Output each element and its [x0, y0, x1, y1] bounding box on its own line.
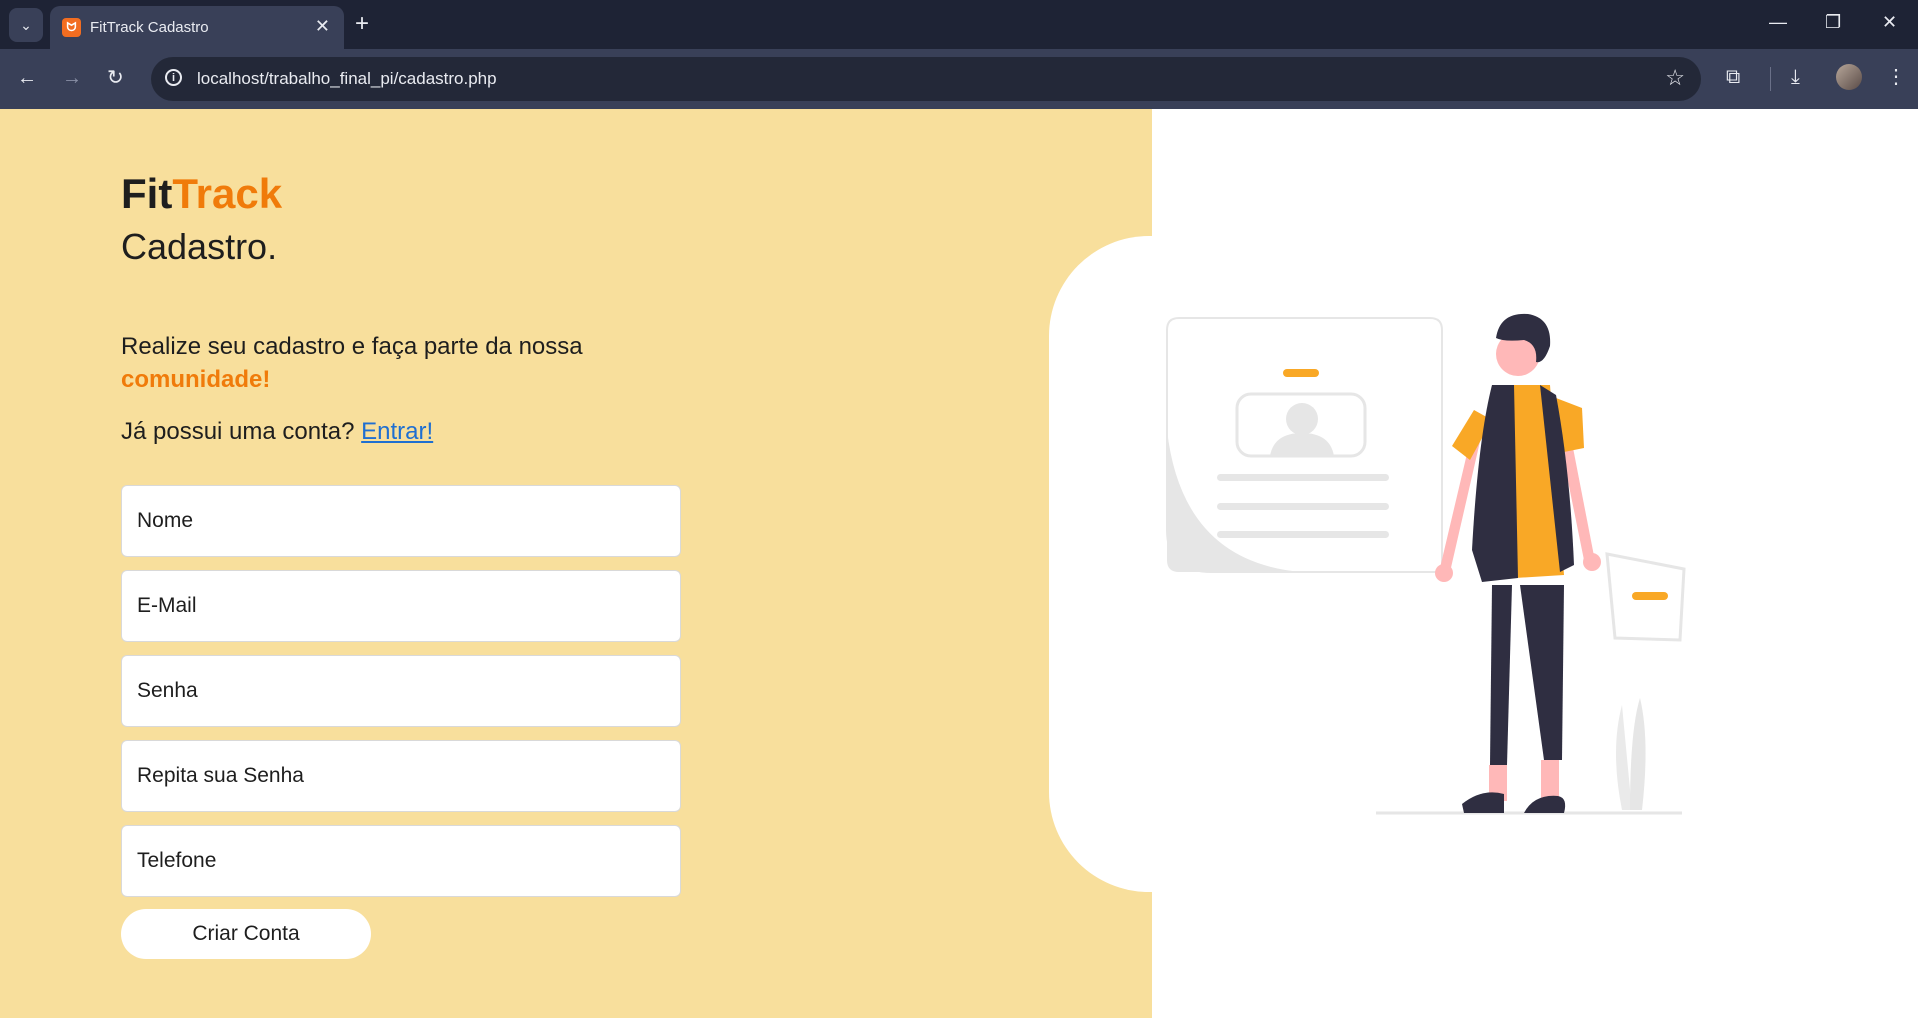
email-field[interactable] — [121, 570, 681, 642]
phone-field[interactable] — [121, 825, 681, 897]
description-highlight: comunidade! — [121, 366, 271, 393]
brand-logo: FitTrack — [121, 170, 282, 218]
plant-graphic — [1616, 698, 1646, 810]
brand-part-track: Track — [172, 170, 283, 217]
signup-illustration — [1166, 313, 1686, 815]
forward-icon[interactable]: → — [62, 67, 82, 89]
address-bar[interactable]: i localhost/trabalho_final_pi/cadastro.p… — [151, 57, 1701, 101]
bookmark-star-icon[interactable]: ☆ — [1665, 66, 1685, 90]
shopping-bag-graphic — [1605, 552, 1686, 642]
name-field[interactable] — [121, 485, 681, 557]
id-card-graphic — [1166, 317, 1443, 573]
site-info-icon[interactable]: i — [165, 69, 182, 86]
xampp-favicon-icon: ᗢ — [62, 18, 81, 37]
page-title: Cadastro. — [121, 226, 278, 267]
toolbar-divider — [1770, 67, 1771, 91]
close-tab-icon[interactable]: ✕ — [315, 16, 330, 36]
browser-toolbar: ← → ↻ i localhost/trabalho_final_pi/cada… — [0, 49, 1918, 109]
back-icon[interactable]: ← — [17, 67, 37, 89]
tab-title: FitTrack Cadastro — [90, 19, 209, 36]
minimize-icon[interactable]: — — [1769, 12, 1787, 32]
repeat-password-field[interactable] — [121, 740, 681, 812]
login-prompt-text: Já possui uma conta? — [121, 418, 355, 445]
password-field[interactable] — [121, 655, 681, 727]
menu-kebab-icon[interactable]: ⋮ — [1886, 65, 1906, 89]
url-text[interactable]: localhost/trabalho_final_pi/cadastro.php — [197, 69, 497, 89]
browser-tab[interactable]: ᗢ FitTrack Cadastro ✕ — [50, 6, 344, 49]
person-graphic — [1435, 313, 1601, 813]
phone-input[interactable] — [122, 826, 680, 896]
login-link[interactable]: Entrar! — [361, 418, 433, 445]
reload-icon[interactable]: ↻ — [107, 67, 124, 89]
brand-part-fit: Fit — [121, 170, 173, 217]
signup-description: Realize seu cadastro e faça parte da nos… — [121, 330, 681, 396]
repeat-password-input[interactable] — [122, 741, 680, 811]
download-icon[interactable]: ⤓ — [1791, 65, 1800, 89]
name-input[interactable] — [122, 486, 680, 556]
close-window-icon[interactable]: ✕ — [1882, 12, 1897, 32]
create-account-button[interactable]: Criar Conta — [121, 909, 371, 959]
restore-icon[interactable]: ❐ — [1825, 12, 1841, 32]
tab-search-button[interactable]: ⌄ — [9, 8, 43, 42]
new-tab-button[interactable]: + — [355, 11, 369, 37]
chevron-down-icon: ⌄ — [20, 16, 32, 33]
description-text: Realize seu cadastro e faça parte da nos… — [121, 333, 583, 360]
profile-avatar[interactable] — [1836, 64, 1862, 90]
password-input[interactable] — [122, 656, 680, 726]
browser-tab-bar: ⌄ ᗢ FitTrack Cadastro ✕ + — ❐ ✕ — [0, 0, 1918, 49]
extensions-icon[interactable]: ⧉ — [1726, 65, 1740, 89]
login-prompt: Já possui uma conta? Entrar! — [121, 418, 433, 446]
email-input[interactable] — [122, 571, 680, 641]
